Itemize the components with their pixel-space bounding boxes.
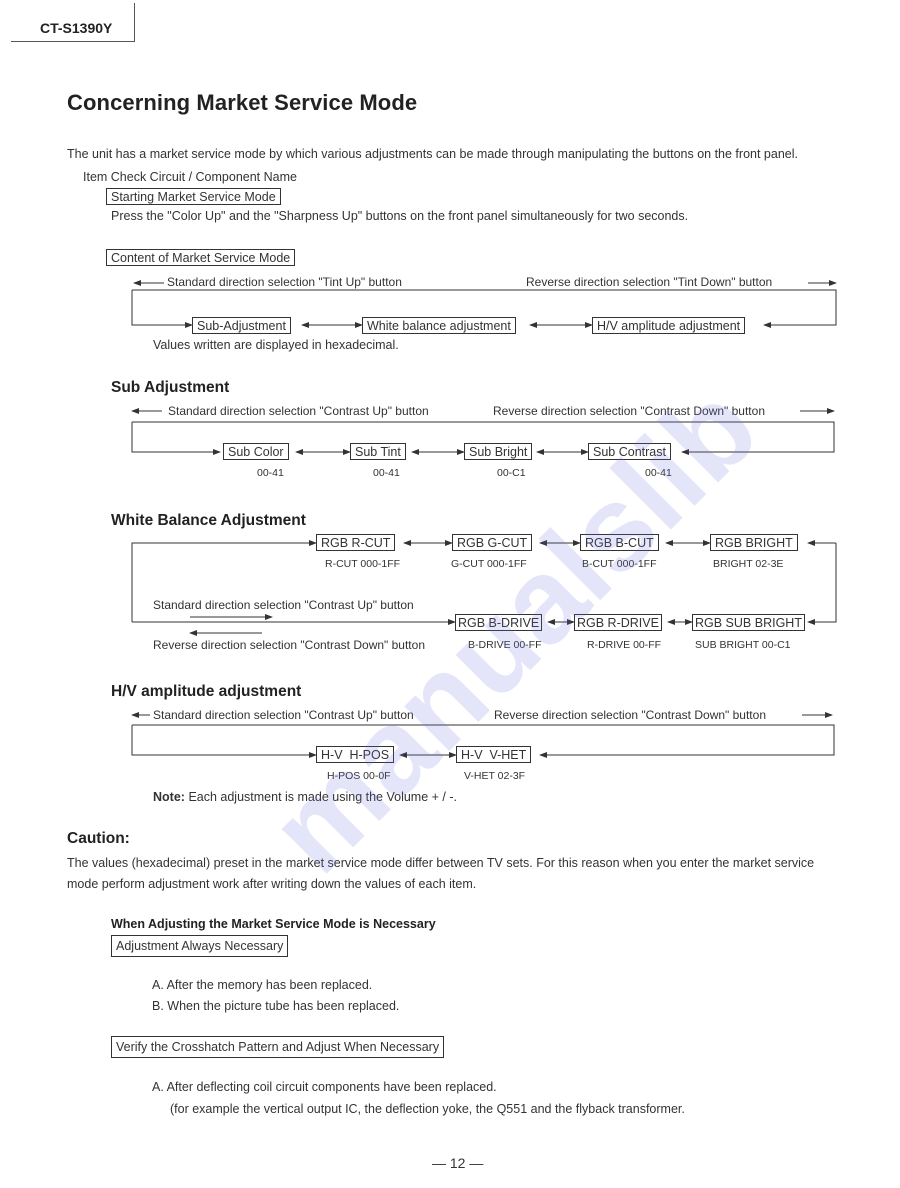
caution-line-2: mode perform adjustment work after writi… bbox=[67, 877, 477, 891]
wb-standard-direction: Standard direction selection "Contrast U… bbox=[153, 598, 414, 612]
node-rgb-b-cut: RGB B-CUT bbox=[580, 534, 659, 551]
node-white-balance: White balance adjustment bbox=[362, 317, 516, 334]
node-sub-tint: Sub Tint bbox=[350, 443, 406, 460]
range-r-drive: R-DRIVE 00-FF bbox=[587, 639, 662, 651]
sub-reverse-direction: Reverse direction selection "Contrast Do… bbox=[493, 404, 765, 418]
range-sub-contrast: 00-41 bbox=[645, 467, 672, 479]
node-rgb-sub-bright: RGB SUB BRIGHT bbox=[692, 614, 805, 631]
range-b-cut: B-CUT 000-1FF bbox=[582, 558, 657, 570]
hv-amplitude-heading: H/V amplitude adjustment bbox=[111, 683, 302, 700]
white-balance-heading: White Balance Adjustment bbox=[111, 512, 306, 529]
crosshatch-item-example: (for example the vertical output IC, the… bbox=[170, 1102, 685, 1116]
always-necessary-box: Adjustment Always Necessary bbox=[111, 935, 289, 957]
when-adjusting-heading: When Adjusting the Market Service Mode i… bbox=[111, 917, 436, 931]
node-rgb-bright: RGB BRIGHT bbox=[710, 534, 798, 551]
node-sub-adjustment: Sub-Adjustment bbox=[192, 317, 291, 334]
always-item-b: B. When the picture tube has been replac… bbox=[152, 999, 400, 1013]
crosshatch-box: Verify the Crosshatch Pattern and Adjust… bbox=[111, 1036, 445, 1058]
sub-adjustment-heading: Sub Adjustment bbox=[111, 379, 230, 396]
crosshatch-item-a: A. After deflecting coil circuit compone… bbox=[152, 1080, 497, 1094]
content-standard-direction: Standard direction selection "Tint Up" b… bbox=[167, 275, 402, 289]
range-sub-tint: 00-41 bbox=[373, 467, 400, 479]
range-sub-color: 00-41 bbox=[257, 467, 284, 479]
sub-standard-direction: Standard direction selection "Contrast U… bbox=[168, 404, 429, 418]
node-rgb-g-cut: RGB G-CUT bbox=[452, 534, 533, 551]
hex-note: Values written are displayed in hexadeci… bbox=[153, 338, 399, 352]
node-sub-bright: Sub Bright bbox=[464, 443, 533, 460]
hv-note: Note: Each adjustment is made using the … bbox=[153, 790, 457, 804]
range-vhet: V-HET 02-3F bbox=[464, 770, 526, 782]
range-sub-bright: 00-C1 bbox=[497, 467, 526, 479]
wb-reverse-direction: Reverse direction selection "Contrast Do… bbox=[153, 638, 425, 652]
node-rgb-b-drive: RGB B-DRIVE bbox=[455, 614, 543, 631]
range-r-cut: R-CUT 000-1FF bbox=[325, 558, 401, 570]
range-g-cut: G-CUT 000-1FF bbox=[451, 558, 527, 570]
node-hv-amplitude: H/V amplitude adjustment bbox=[592, 317, 746, 334]
note-label: Note: bbox=[153, 790, 185, 804]
content-reverse-direction: Reverse direction selection "Tint Down" … bbox=[526, 275, 773, 289]
hv-reverse-direction: Reverse direction selection "Contrast Do… bbox=[494, 708, 766, 722]
note-text: Each adjustment is made using the Volume… bbox=[188, 790, 457, 804]
range-bright: BRIGHT 02-3E bbox=[713, 558, 784, 570]
node-hv-vhet: H-V V-HET bbox=[456, 746, 532, 763]
page-number: — 12 — bbox=[432, 1155, 484, 1171]
diagram-lines bbox=[131, 280, 837, 758]
node-rgb-r-drive: RGB R-DRIVE bbox=[574, 614, 662, 631]
range-hpos: H-POS 00-0F bbox=[327, 770, 391, 782]
node-rgb-r-cut: RGB R-CUT bbox=[316, 534, 396, 551]
range-sub-bright-wb: SUB BRIGHT 00-C1 bbox=[695, 639, 791, 651]
range-b-drive: B-DRIVE 00-FF bbox=[468, 639, 542, 651]
caution-line-1: The values (hexadecimal) preset in the m… bbox=[67, 856, 815, 870]
hv-standard-direction: Standard direction selection "Contrast U… bbox=[153, 708, 414, 722]
always-item-a: A. After the memory has been replaced. bbox=[152, 978, 373, 992]
node-sub-color: Sub Color bbox=[223, 443, 289, 460]
caution-heading: Caution: bbox=[67, 830, 130, 847]
node-sub-contrast: Sub Contrast bbox=[588, 443, 671, 460]
node-hv-hpos: H-V H-POS bbox=[316, 746, 395, 763]
